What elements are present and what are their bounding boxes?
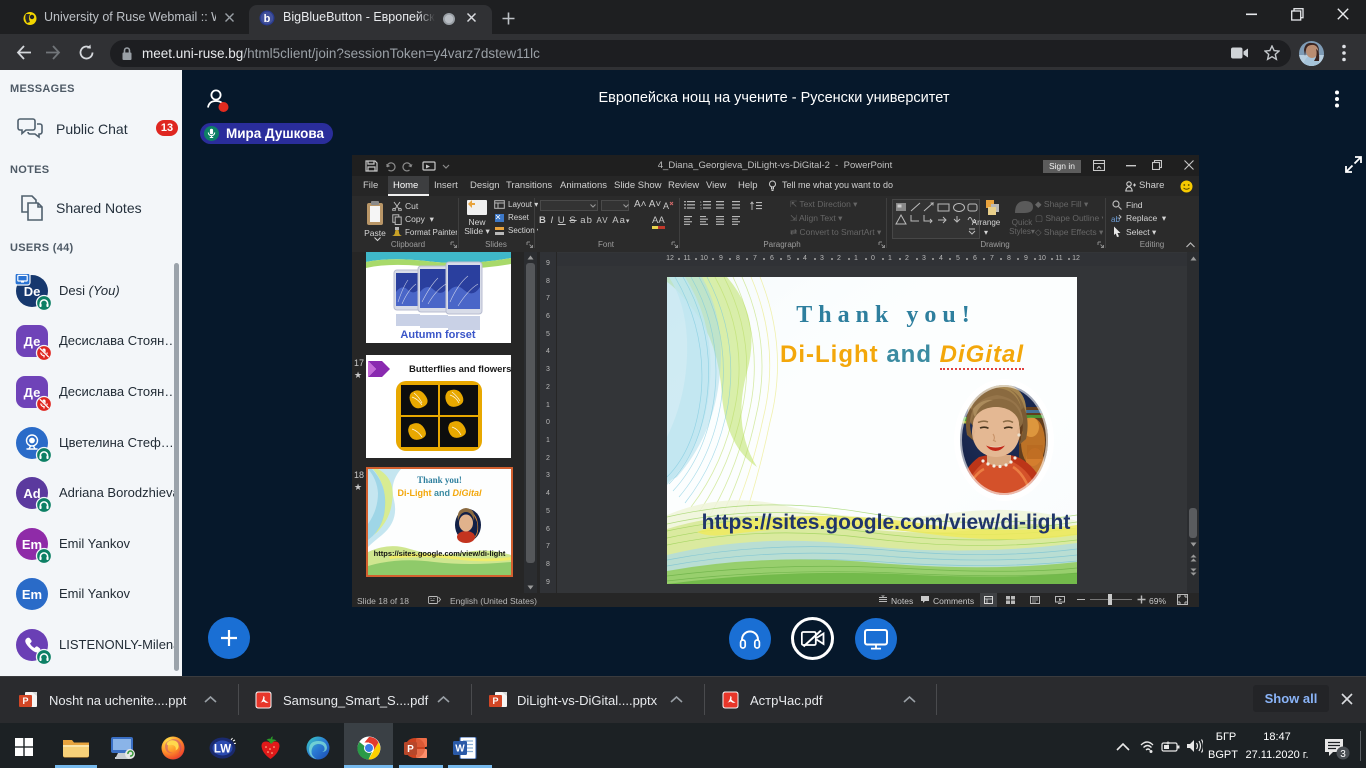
svg-text:b: b — [264, 13, 271, 25]
svg-text:W: W — [455, 744, 465, 755]
svg-text:Em: Em — [22, 587, 42, 602]
svg-text:Де: Де — [24, 385, 41, 400]
svg-text:P: P — [407, 744, 414, 755]
svg-text:De: De — [24, 284, 41, 299]
svg-text:Де: Де — [24, 334, 41, 349]
svg-text:3: 3 — [700, 206, 702, 210]
svg-text:P: P — [22, 696, 28, 706]
svg-text:Ad: Ad — [23, 486, 40, 501]
svg-text:Autumn forset: Autumn forset — [400, 329, 476, 341]
svg-text:LW: LW — [214, 744, 231, 756]
svg-text:Butterflies and flowers: Butterflies and flowers — [409, 364, 511, 375]
svg-text:3: 3 — [1340, 749, 1346, 760]
svg-text:P: P — [492, 696, 498, 706]
svg-text:ab: ab — [1111, 215, 1120, 224]
svg-text:A: A — [663, 201, 669, 211]
